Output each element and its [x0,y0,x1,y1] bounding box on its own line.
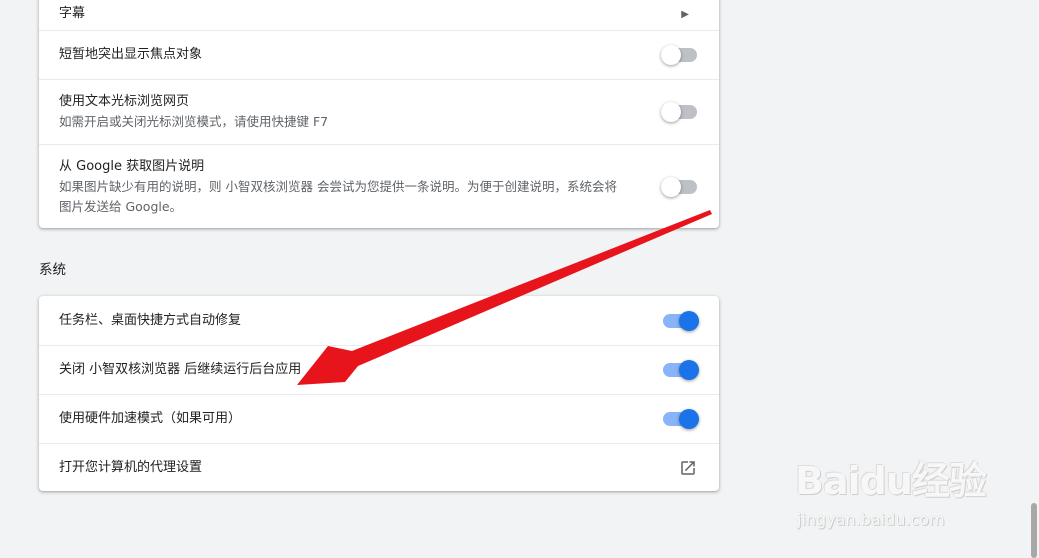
watermark-logo: Baidu经验 [795,459,987,503]
settings-page: 字幕 ▶ 短暂地突出显示焦点对象 使用文本光标浏览网页 如需开启或关闭光标浏览模… [0,0,1039,558]
watermark-url: jingyan.baidu.com [797,510,945,529]
annotation-arrow-shape [297,210,712,385]
baidu-watermark: Baidu经验 jingyan.baidu.com [795,440,995,540]
scrollbar-thumb[interactable] [1031,503,1037,558]
